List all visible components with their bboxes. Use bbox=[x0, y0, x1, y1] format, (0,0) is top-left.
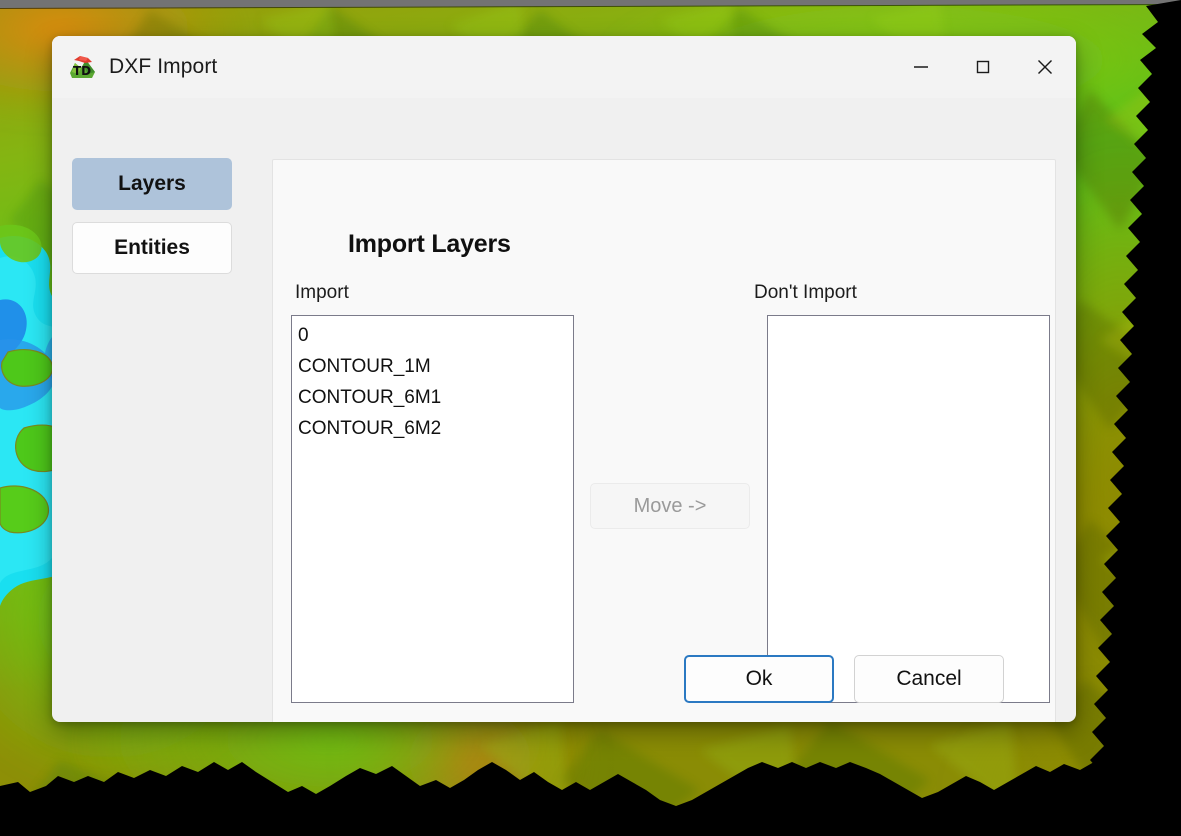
list-item[interactable]: CONTOUR_6M2 bbox=[292, 413, 573, 444]
sidebar-item-layers[interactable]: Layers bbox=[72, 158, 232, 210]
cancel-button[interactable]: Cancel bbox=[854, 655, 1004, 703]
sidebar-tabs: Layers Entities bbox=[52, 98, 252, 722]
titlebar-left: TD DXF Import bbox=[52, 54, 890, 80]
dialog-footer: Ok Cancel bbox=[52, 636, 1076, 722]
close-icon bbox=[1038, 60, 1052, 74]
sidebar-item-label: Layers bbox=[118, 172, 186, 195]
dont-import-column-label: Don't Import bbox=[754, 282, 857, 303]
screen-root: TD DXF Import Layers Entities Import Don… bbox=[0, 0, 1181, 836]
window-title: DXF Import bbox=[109, 55, 218, 78]
page-title: Import Layers bbox=[348, 230, 511, 258]
maximize-icon bbox=[976, 60, 990, 74]
maximize-button[interactable] bbox=[952, 36, 1014, 98]
svg-text:TD: TD bbox=[73, 64, 91, 78]
close-button[interactable] bbox=[1014, 36, 1076, 98]
sidebar-item-entities[interactable]: Entities bbox=[72, 222, 232, 274]
dialog-body: Layers Entities Import Don't Import 0 CO… bbox=[52, 98, 1076, 722]
dxf-import-dialog: TD DXF Import Layers Entities Import Don… bbox=[52, 36, 1076, 722]
list-item[interactable]: 0 bbox=[292, 320, 573, 351]
minimize-icon bbox=[914, 66, 928, 68]
move-button[interactable]: Move -> bbox=[590, 483, 750, 529]
window-controls bbox=[890, 36, 1076, 98]
sidebar-item-label: Entities bbox=[114, 236, 190, 259]
minimize-button[interactable] bbox=[890, 36, 952, 98]
import-column-label: Import bbox=[295, 282, 349, 303]
list-item[interactable]: CONTOUR_1M bbox=[292, 351, 573, 382]
list-item[interactable]: CONTOUR_6M1 bbox=[292, 382, 573, 413]
terrain-dem-app-icon: TD bbox=[70, 56, 95, 78]
ok-button[interactable]: Ok bbox=[684, 655, 834, 703]
dialog-titlebar[interactable]: TD DXF Import bbox=[52, 36, 1076, 98]
